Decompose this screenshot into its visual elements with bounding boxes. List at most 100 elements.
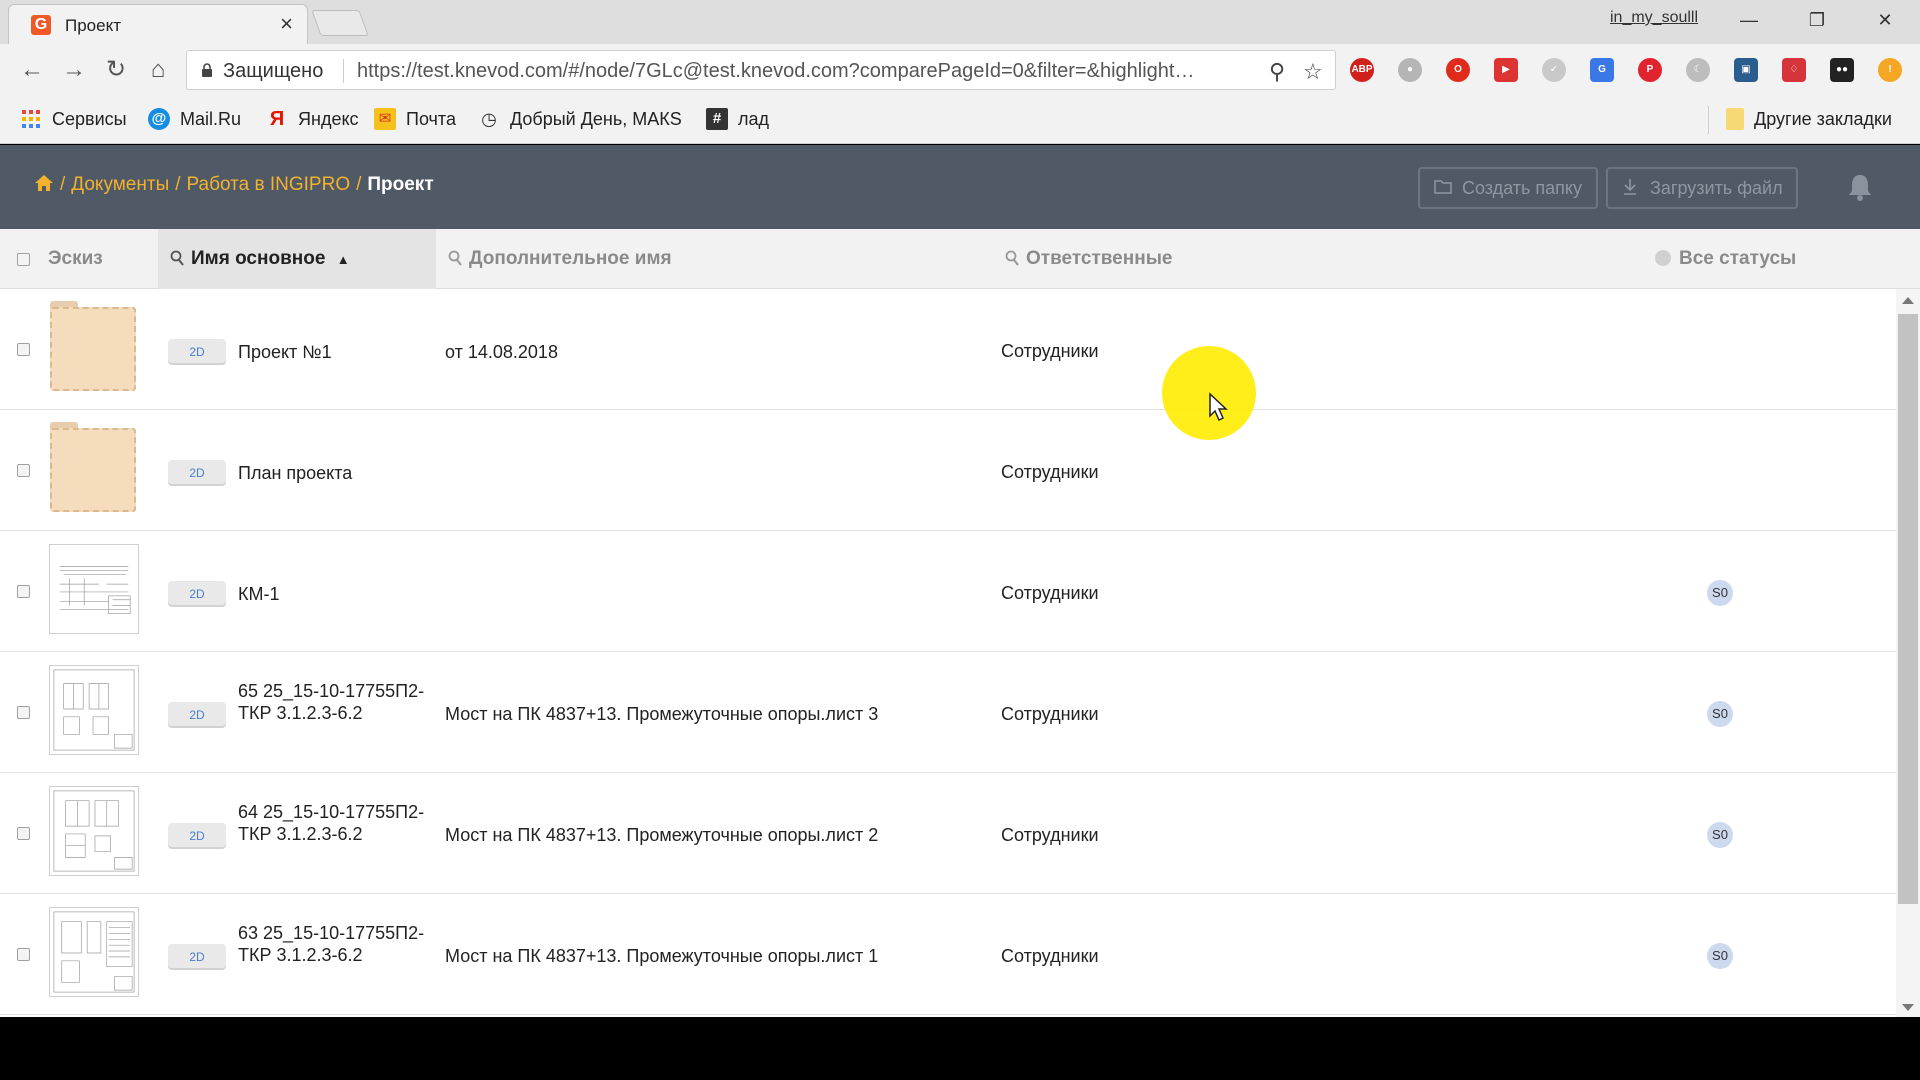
drawing-thumbnail[interactable] [48,906,140,998]
column-extra-label: Дополнительное имя [469,248,672,269]
mail-icon: ✉ [374,108,396,131]
close-window-icon[interactable]: ✕ [1862,6,1908,34]
row-name[interactable]: Проект №1 [238,341,428,363]
column-statuses[interactable]: Все статусы [1655,229,1796,289]
bookmark-services[interactable]: Сервисы [20,108,127,132]
bookmark-mailru[interactable]: @ Mail.Ru [148,108,241,132]
row-checkbox[interactable] [17,827,30,840]
status-filter-icon [1655,250,1671,266]
breadcrumb-separator: / [60,174,66,195]
search-icon[interactable] [448,250,463,266]
paw-icon[interactable]: ● [1398,58,1422,82]
2d-badge[interactable]: 2D [168,702,226,728]
status-badge[interactable]: S0 [1707,580,1733,606]
zoom-icon[interactable]: ⚲ [1269,59,1285,85]
other-bookmarks[interactable]: Другие закладки [1726,108,1892,132]
bookmark-mail[interactable]: ✉ Почта [374,108,456,132]
forward-icon[interactable]: → [60,56,88,84]
2d-badge[interactable]: 2D [168,339,226,365]
create-folder-button[interactable]: Создать папку [1418,167,1598,209]
reload-icon[interactable]: ↻ [102,56,130,84]
2d-badge[interactable]: 2D [168,944,226,970]
row-name[interactable]: План проекта [238,462,428,484]
row-checkbox[interactable] [17,464,30,477]
drawing-thumbnail[interactable] [48,664,140,756]
restore-icon[interactable]: ❐ [1794,6,1840,34]
pocket-icon[interactable]: ♢ [1782,58,1806,82]
table-row[interactable]: 2D 64 25_15-10-17755П2-ТКР 3.1.2.3-6.2 М… [0,773,1896,894]
tab-close-icon[interactable]: × [280,13,293,35]
check-icon[interactable]: ✓ [1542,58,1566,82]
pdf-icon[interactable]: ▶ [1494,58,1518,82]
status-badge[interactable]: S0 [1707,701,1733,727]
column-name[interactable]: Имя основное ▲ [158,229,436,289]
alert-icon[interactable]: ! [1878,58,1902,82]
back-icon[interactable]: ← [18,56,46,84]
row-extra-name: Мост на ПК 4837+13. Промежуточные опоры.… [445,704,879,724]
2d-badge[interactable]: 2D [168,581,226,607]
row-responsible: Сотрудники [1001,825,1099,845]
scrollbar-thumb[interactable] [1898,314,1918,904]
glasses-icon[interactable]: ●● [1830,58,1854,82]
breadcrumb-documents[interactable]: Документы [71,174,169,195]
folder-icon [1726,108,1744,131]
row-checkbox[interactable] [17,948,30,961]
translate-icon[interactable]: G [1590,58,1614,82]
documents-table: Эскиз Имя основное ▲ Дополнительное имя … [0,229,1920,1017]
home-icon[interactable]: ⌂ [144,56,172,84]
breadcrumb-separator: / [356,174,362,195]
minimize-icon[interactable]: — [1726,6,1772,34]
drawing-thumbnail[interactable] [48,785,140,877]
row-name[interactable]: 64 25_15-10-17755П2-ТКР 3.1.2.3-6.2 [238,801,428,845]
bookmark-lad[interactable]: # лад [706,108,769,132]
browser-tab[interactable]: G Проект × [8,4,308,44]
search-icon[interactable] [170,250,185,266]
address-bar[interactable]: Защищено https://test.knevod.com/#/node/… [186,50,1336,90]
bell-icon[interactable] [1847,173,1873,201]
pinterest-icon[interactable]: P [1638,58,1662,82]
row-extra-name: Мост на ПК 4837+13. Промежуточные опоры.… [445,825,879,845]
column-sketch[interactable]: Эскиз [48,229,103,289]
status-badge[interactable]: S0 [1707,943,1733,969]
scroll-down-icon[interactable] [1902,1004,1914,1011]
column-responsible[interactable]: Ответственные [1005,229,1173,289]
2d-badge[interactable]: 2D [168,823,226,849]
row-checkbox[interactable] [17,706,30,719]
status-badge[interactable]: S0 [1707,822,1733,848]
sort-asc-icon[interactable]: ▲ [337,252,350,267]
table-row[interactable]: 2D 63 25_15-10-17755П2-ТКР 3.1.2.3-6.2 М… [0,894,1896,1015]
upload-file-button[interactable]: Загрузить файл [1606,167,1798,209]
moon-icon[interactable]: ☾ [1686,58,1710,82]
bookmark-dobryi-den[interactable]: ◷ Добрый День, МАКS [478,108,682,132]
2d-badge[interactable]: 2D [168,460,226,486]
bookmark-star-icon[interactable]: ☆ [1303,59,1323,85]
row-name[interactable]: КМ-1 [238,583,428,605]
screen-icon[interactable]: ▣ [1734,58,1758,82]
row-name[interactable]: 63 25_15-10-17755П2-ТКР 3.1.2.3-6.2 [238,922,428,966]
select-all-checkbox[interactable] [17,253,30,266]
scroll-up-icon[interactable] [1902,297,1914,304]
bookmark-yandex[interactable]: Я Яндекс [266,108,359,132]
clock-icon: ◷ [481,109,497,130]
abp-icon[interactable]: ABP [1350,58,1374,82]
table-row[interactable]: 2D Проект №1 от 14.08.2018 Сотрудники [0,289,1896,410]
row-checkbox[interactable] [17,343,30,356]
breadcrumb-ingipro[interactable]: Работа в INGIPRO [187,174,351,195]
row-name[interactable]: 65 25_15-10-17755П2-ТКР 3.1.2.3-6.2 [238,680,428,724]
row-responsible: Сотрудники [1001,341,1099,361]
new-tab-button[interactable] [311,10,369,36]
table-row[interactable]: 2D 65 25_15-10-17755П2-ТКР 3.1.2.3-6.2 М… [0,652,1896,773]
drawing-thumbnail[interactable] [48,543,140,635]
search-icon[interactable] [1005,250,1020,266]
table-row[interactable]: 2D План проекта Сотрудники [0,410,1896,531]
home-icon[interactable] [34,174,54,192]
create-folder-label: Создать папку [1462,178,1582,198]
row-extra-name: от 14.08.2018 [445,342,558,362]
folder-outline-icon [1434,180,1452,194]
column-extra-name[interactable]: Дополнительное имя [448,229,672,289]
profile-name[interactable]: in_my_soulll [1610,9,1698,27]
row-checkbox[interactable] [17,585,30,598]
table-row[interactable]: 2D КМ-1 Сотрудники S0 [0,531,1896,652]
opera-icon[interactable]: O [1446,58,1470,82]
url-text[interactable]: https://test.knevod.com/#/node/7GLc@test… [357,60,1257,83]
